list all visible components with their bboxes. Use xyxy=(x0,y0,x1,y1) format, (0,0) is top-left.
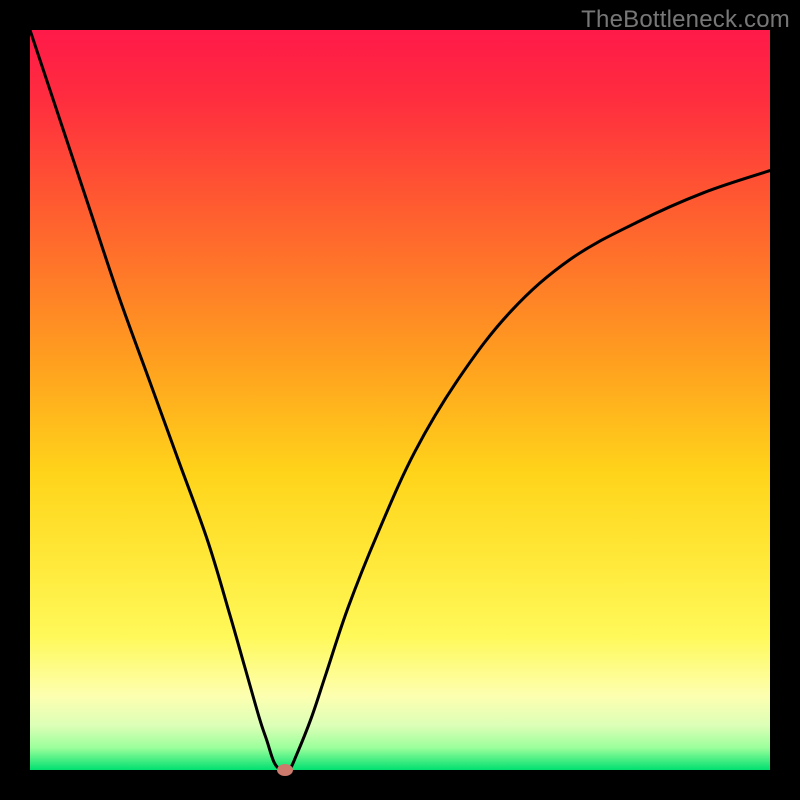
chart-container: TheBottleneck.com xyxy=(0,0,800,800)
watermark-text: TheBottleneck.com xyxy=(581,6,790,34)
bottleneck-curve xyxy=(30,30,770,770)
optimal-point-marker xyxy=(277,764,293,776)
